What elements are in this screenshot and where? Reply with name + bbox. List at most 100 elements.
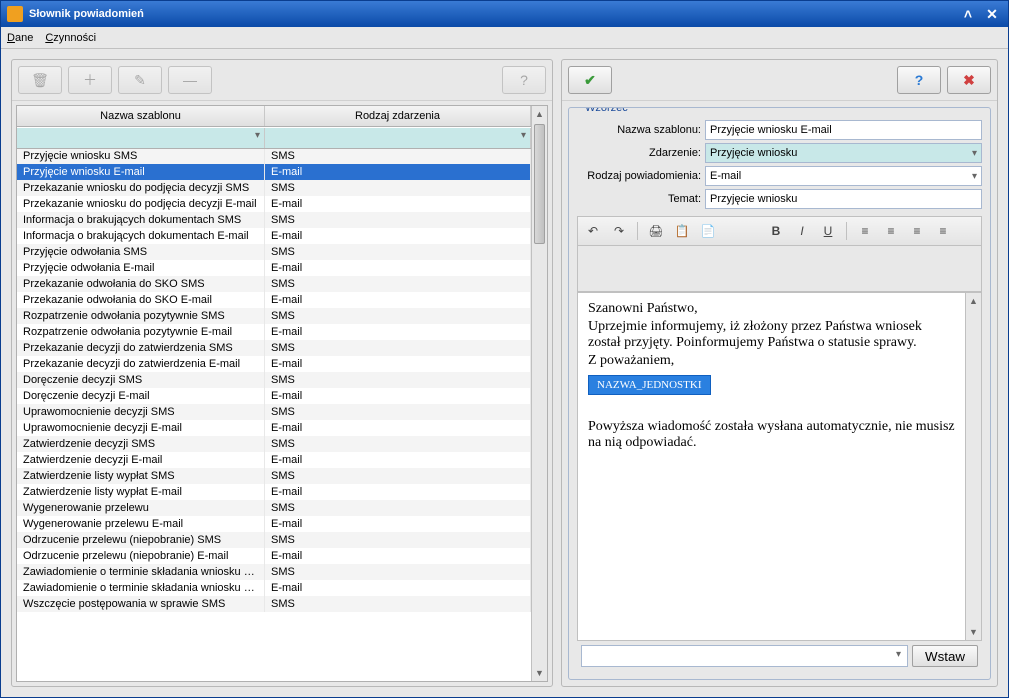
table-row[interactable]: Przyjęcie odwołania E-mailE-mail (17, 260, 531, 276)
editor-scrollbar[interactable]: ▲ ▼ (965, 293, 981, 640)
table-row[interactable]: Zatwierdzenie decyzji E-mailE-mail (17, 452, 531, 468)
bold-button[interactable]: B (764, 220, 788, 242)
cell-event: SMS (265, 372, 531, 388)
scroll-up-icon[interactable]: ▲ (966, 293, 981, 309)
cell-name: Uprawomocnienie decyzji E-mail (17, 420, 265, 436)
table-row[interactable]: Przekazanie decyzji do zatwierdzenia SMS… (17, 340, 531, 356)
table-row[interactable]: Odrzucenie przelewu (niepobranie) SMSSMS (17, 532, 531, 548)
scroll-up-icon[interactable]: ▲ (532, 106, 547, 122)
table-row[interactable]: Przekazanie wniosku do podjęcia decyzji … (17, 180, 531, 196)
table-row[interactable]: Informacja o brakujących dokumentach SMS… (17, 212, 531, 228)
table-row[interactable]: Uprawomocnienie decyzji SMSSMS (17, 404, 531, 420)
scroll-thumb[interactable] (534, 124, 545, 244)
templates-grid[interactable]: Nazwa szablonu Rodzaj zdarzenia Przyjęci… (17, 106, 531, 681)
collapse-button[interactable]: ˄ (958, 5, 978, 23)
edit-button[interactable]: ✎ (118, 66, 162, 94)
scroll-down-icon[interactable]: ▼ (532, 665, 547, 681)
cell-event: SMS (265, 180, 531, 196)
cell-event: SMS (265, 276, 531, 292)
add-button[interactable]: ＋ (68, 66, 112, 94)
table-row[interactable]: Przekazanie odwołania do SKO SMSSMS (17, 276, 531, 292)
delete-button[interactable]: 🗑 (18, 66, 62, 94)
template-name-input[interactable] (705, 120, 982, 140)
table-row[interactable]: Przekazanie wniosku do podjęcia decyzji … (17, 196, 531, 212)
undo-button[interactable]: ↶ (581, 220, 605, 242)
event-dropdown[interactable]: Przyjęcie wniosku (705, 143, 982, 163)
cell-event: E-mail (265, 260, 531, 276)
cell-event: SMS (265, 308, 531, 324)
subject-input[interactable] (705, 189, 982, 209)
cell-name: Przyjęcie odwołania E-mail (17, 260, 265, 276)
remove-button[interactable]: — (168, 66, 212, 94)
type-dropdown[interactable]: E-mail (705, 166, 982, 186)
cancel-button[interactable]: ✖ (947, 66, 991, 94)
cell-event: SMS (265, 148, 531, 164)
left-help-button[interactable]: ? (502, 66, 546, 94)
table-row[interactable]: Doręczenie decyzji SMSSMS (17, 372, 531, 388)
scroll-down-icon[interactable]: ▼ (966, 624, 981, 640)
cell-name: Zawiadomienie o terminie składania wnios… (17, 580, 265, 596)
placeholder-tag[interactable]: NAZWA_JEDNOSTKI (588, 375, 711, 395)
underline-button[interactable]: U (816, 220, 840, 242)
table-row[interactable]: Przekazanie odwołania do SKO E-mailE-mai… (17, 292, 531, 308)
cell-event: E-mail (265, 356, 531, 372)
editor-ruler-area (578, 246, 981, 292)
editor-area: Szanowni Państwo, Uprzejmie informujemy,… (577, 246, 982, 641)
app-icon (7, 6, 23, 22)
table-row[interactable]: Zatwierdzenie listy wypłat SMSSMS (17, 468, 531, 484)
cell-event: E-mail (265, 452, 531, 468)
table-row[interactable]: Zawiadomienie o terminie składania wnios… (17, 564, 531, 580)
menu-czynnosci[interactable]: Czynności (45, 32, 96, 44)
cell-event: E-mail (265, 228, 531, 244)
italic-button[interactable]: I (790, 220, 814, 242)
close-window-button[interactable]: ✕ (982, 5, 1002, 23)
paste-button[interactable]: 📄 (696, 220, 720, 242)
label-type: Rodzaj powiadomienia: (577, 170, 701, 182)
table-row[interactable]: Wygenerowanie przelewuSMS (17, 500, 531, 516)
redo-button[interactable]: ↷ (607, 220, 631, 242)
table-row[interactable]: Uprawomocnienie decyzji E-mailE-mail (17, 420, 531, 436)
table-row[interactable]: Rozpatrzenie odwołania pozytywnie E-mail… (17, 324, 531, 340)
filter-name-input[interactable] (18, 129, 263, 147)
table-row[interactable]: Wygenerowanie przelewu E-mailE-mail (17, 516, 531, 532)
help-button[interactable]: ? (897, 66, 941, 94)
label-subject: Temat: (577, 193, 701, 205)
align-left-button[interactable]: ≡ (853, 220, 877, 242)
wzorzec-fieldset: Wzorzec Nazwa szablonu: Zdarzenie: Przyj… (568, 107, 991, 680)
col-header-event[interactable]: Rodzaj zdarzenia (265, 106, 531, 126)
editor-content[interactable]: Szanowni Państwo, Uprzejmie informujemy,… (578, 293, 965, 640)
table-row[interactable]: Przyjęcie odwołania SMSSMS (17, 244, 531, 260)
templates-panel: 🗑 ＋ ✎ — ? Nazwa szablonu Rodzaj zdarzeni… (11, 59, 553, 687)
cell-name: Przekazanie wniosku do podjęcia decyzji … (17, 196, 265, 212)
table-row[interactable]: Przyjęcie wniosku SMSSMS (17, 148, 531, 164)
cell-name: Doręczenie decyzji E-mail (17, 388, 265, 404)
insert-dropdown[interactable] (581, 645, 908, 667)
filter-event-input[interactable] (266, 129, 529, 147)
table-row[interactable]: Odrzucenie przelewu (niepobranie) E-mail… (17, 548, 531, 564)
grid-scrollbar[interactable]: ▲ ▼ (531, 106, 547, 681)
align-justify-button[interactable]: ≡ (931, 220, 955, 242)
col-header-name[interactable]: Nazwa szablonu (17, 106, 265, 126)
confirm-button[interactable]: ✔ (568, 66, 612, 94)
cell-event: SMS (265, 404, 531, 420)
cell-name: Przekazanie odwołania do SKO E-mail (17, 292, 265, 308)
table-row[interactable]: Informacja o brakujących dokumentach E-m… (17, 228, 531, 244)
copy-button[interactable]: 📋 (670, 220, 694, 242)
table-row[interactable]: Przekazanie decyzji do zatwierdzenia E-m… (17, 356, 531, 372)
table-row[interactable]: Przyjęcie wniosku E-mailE-mail (17, 164, 531, 180)
table-row[interactable]: Zawiadomienie o terminie składania wnios… (17, 580, 531, 596)
cell-event: SMS (265, 532, 531, 548)
window-titlebar: Słownik powiadomień ˄ ✕ (1, 1, 1008, 27)
cell-name: Wszczęcie postępowania w sprawie SMS (17, 596, 265, 612)
insert-button[interactable]: Wstaw (912, 645, 978, 667)
left-toolbar: 🗑 ＋ ✎ — ? (12, 60, 552, 101)
print-button[interactable]: 🖨 (644, 220, 668, 242)
table-row[interactable]: Doręczenie decyzji E-mailE-mail (17, 388, 531, 404)
table-row[interactable]: Zatwierdzenie listy wypłat E-mailE-mail (17, 484, 531, 500)
table-row[interactable]: Zatwierdzenie decyzji SMSSMS (17, 436, 531, 452)
menu-dane[interactable]: Dane (7, 32, 33, 44)
table-row[interactable]: Rozpatrzenie odwołania pozytywnie SMSSMS (17, 308, 531, 324)
align-center-button[interactable]: ≡ (879, 220, 903, 242)
align-right-button[interactable]: ≡ (905, 220, 929, 242)
table-row[interactable]: Wszczęcie postępowania w sprawie SMSSMS (17, 596, 531, 612)
